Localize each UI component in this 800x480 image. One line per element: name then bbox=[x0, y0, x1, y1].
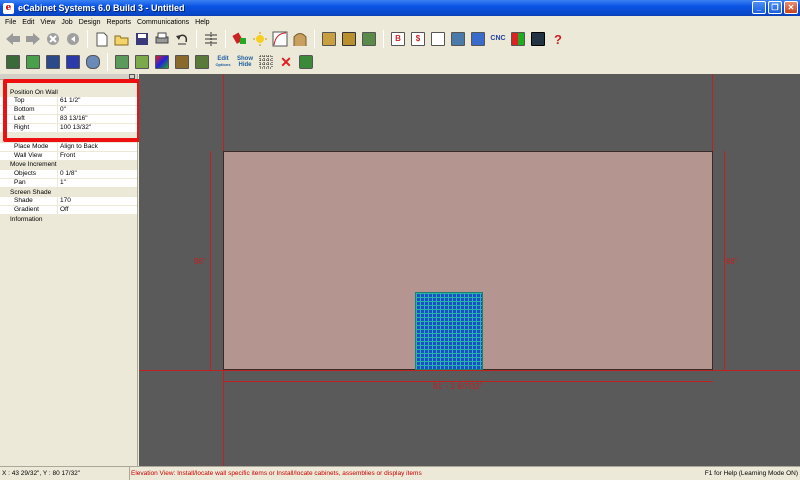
right-height-dimension-line bbox=[724, 151, 725, 370]
status-bar: X : 43 29/32", Y : 80 17/32" Elevation V… bbox=[0, 466, 800, 480]
wall-cabinet-icon[interactable] bbox=[4, 53, 22, 71]
menu-help[interactable]: Help bbox=[192, 19, 212, 26]
title-bar: e eCabinet Systems 6.0 Build 3 - Untitle… bbox=[0, 0, 800, 16]
show-hide-button[interactable]: Show Hide bbox=[235, 53, 255, 71]
right-height-label: 96" bbox=[726, 257, 738, 266]
property-wall-view[interactable]: Wall View Front bbox=[0, 151, 137, 161]
elevation-icon[interactable] bbox=[113, 53, 131, 71]
grid-dots-icon[interactable] bbox=[257, 53, 275, 71]
cabinet-icon[interactable] bbox=[320, 30, 338, 48]
property-gradient[interactable]: Gradient Off bbox=[0, 206, 137, 216]
status-message: Elevation View: Install/locate wall spec… bbox=[131, 470, 422, 477]
open-folder-icon[interactable] bbox=[113, 30, 131, 48]
monitor-icon[interactable] bbox=[529, 30, 547, 48]
report-doc-icon[interactable] bbox=[429, 30, 447, 48]
edit-options-button[interactable]: Edit Options bbox=[213, 53, 233, 71]
property-shade[interactable]: Shade 170 bbox=[0, 197, 137, 207]
report-b-icon[interactable]: B bbox=[389, 30, 407, 48]
new-file-icon[interactable] bbox=[93, 30, 111, 48]
toolbar-separator bbox=[87, 30, 88, 48]
left-height-dimension-line bbox=[210, 151, 211, 370]
menu-bar: File Edit View Job Design Reports Commun… bbox=[0, 16, 800, 28]
category-screen-shade[interactable]: Screen Shade bbox=[0, 188, 137, 198]
menu-edit[interactable]: Edit bbox=[19, 19, 37, 26]
minimize-button[interactable]: _ bbox=[752, 1, 766, 14]
floor-line bbox=[139, 370, 800, 371]
menu-communications[interactable]: Communications bbox=[134, 19, 192, 26]
stop-icon[interactable] bbox=[44, 30, 62, 48]
close-button[interactable]: ✕ bbox=[784, 1, 798, 14]
cabinet-group-icon[interactable] bbox=[340, 30, 358, 48]
menu-file[interactable]: File bbox=[2, 19, 19, 26]
arch-tool-icon[interactable] bbox=[291, 30, 309, 48]
base-cabinet-icon[interactable] bbox=[24, 53, 42, 71]
help-question-icon[interactable]: ? bbox=[549, 30, 567, 48]
category-information[interactable]: Information bbox=[0, 215, 137, 225]
cursor-coordinates: X : 43 29/32", Y : 80 17/32" bbox=[0, 467, 130, 480]
curve-tool-icon[interactable] bbox=[271, 30, 289, 48]
color-icon[interactable] bbox=[153, 53, 171, 71]
cnc-button[interactable]: CNC bbox=[489, 30, 507, 48]
render-icon[interactable] bbox=[173, 53, 191, 71]
menu-job[interactable]: Job bbox=[58, 19, 75, 26]
menu-design[interactable]: Design bbox=[76, 19, 104, 26]
export-icon[interactable] bbox=[469, 30, 487, 48]
cabinet-3d-icon[interactable] bbox=[360, 30, 378, 48]
align-tool-icon[interactable] bbox=[202, 30, 220, 48]
lighting-icon[interactable] bbox=[251, 30, 269, 48]
back-arrow-icon[interactable] bbox=[4, 30, 22, 48]
print-icon[interactable] bbox=[153, 30, 171, 48]
design-toolbar: Edit Options Show Hide ✕ bbox=[0, 51, 800, 73]
right-vertical-guide bbox=[712, 74, 713, 151]
highlight-annotation-box bbox=[3, 79, 141, 142]
maximize-button[interactable]: ❐ bbox=[768, 1, 782, 14]
left-vertical-guide bbox=[223, 74, 224, 151]
left-lower-guide bbox=[223, 370, 224, 466]
grid-view-icon[interactable] bbox=[509, 30, 527, 48]
delete-x-icon[interactable]: ✕ bbox=[277, 53, 295, 71]
forward-arrow-icon[interactable] bbox=[24, 30, 42, 48]
camera-icon[interactable] bbox=[297, 53, 315, 71]
width-dimension-label: 81' - 2 6/7/32" bbox=[433, 382, 483, 391]
property-objects[interactable]: Objects 0 1/8" bbox=[0, 169, 137, 179]
help-hint: F1 for Help (Learning Mode ON) bbox=[704, 470, 798, 477]
machine-icon[interactable] bbox=[449, 30, 467, 48]
save-icon[interactable] bbox=[133, 30, 151, 48]
paint-icon[interactable] bbox=[231, 30, 249, 48]
undo-icon[interactable] bbox=[173, 30, 191, 48]
property-place-mode[interactable]: Place Mode Align to Back bbox=[0, 142, 137, 152]
assembly-icon[interactable] bbox=[193, 53, 211, 71]
main-toolbar: B $ CNC ? bbox=[0, 28, 800, 50]
category-move-increment[interactable]: Move Increment bbox=[0, 160, 137, 170]
cabinet-item[interactable] bbox=[415, 292, 483, 370]
elevation-canvas[interactable]: 96" 96" 81' - 2 6/7/32" bbox=[139, 74, 800, 466]
tall-cabinet-icon[interactable] bbox=[44, 53, 62, 71]
hardware-icon[interactable] bbox=[84, 53, 102, 71]
refresh-icon[interactable] bbox=[64, 30, 82, 48]
window-title: eCabinet Systems 6.0 Build 3 - Untitled bbox=[18, 3, 185, 13]
drawer-icon[interactable] bbox=[64, 53, 82, 71]
report-price-icon[interactable]: $ bbox=[409, 30, 427, 48]
property-pan[interactable]: Pan 1" bbox=[0, 178, 137, 189]
app-icon: e bbox=[3, 2, 14, 14]
menu-view[interactable]: View bbox=[37, 19, 58, 26]
menu-reports[interactable]: Reports bbox=[103, 19, 134, 26]
edit-elevation-icon[interactable] bbox=[133, 53, 151, 71]
left-height-label: 96" bbox=[194, 257, 206, 266]
